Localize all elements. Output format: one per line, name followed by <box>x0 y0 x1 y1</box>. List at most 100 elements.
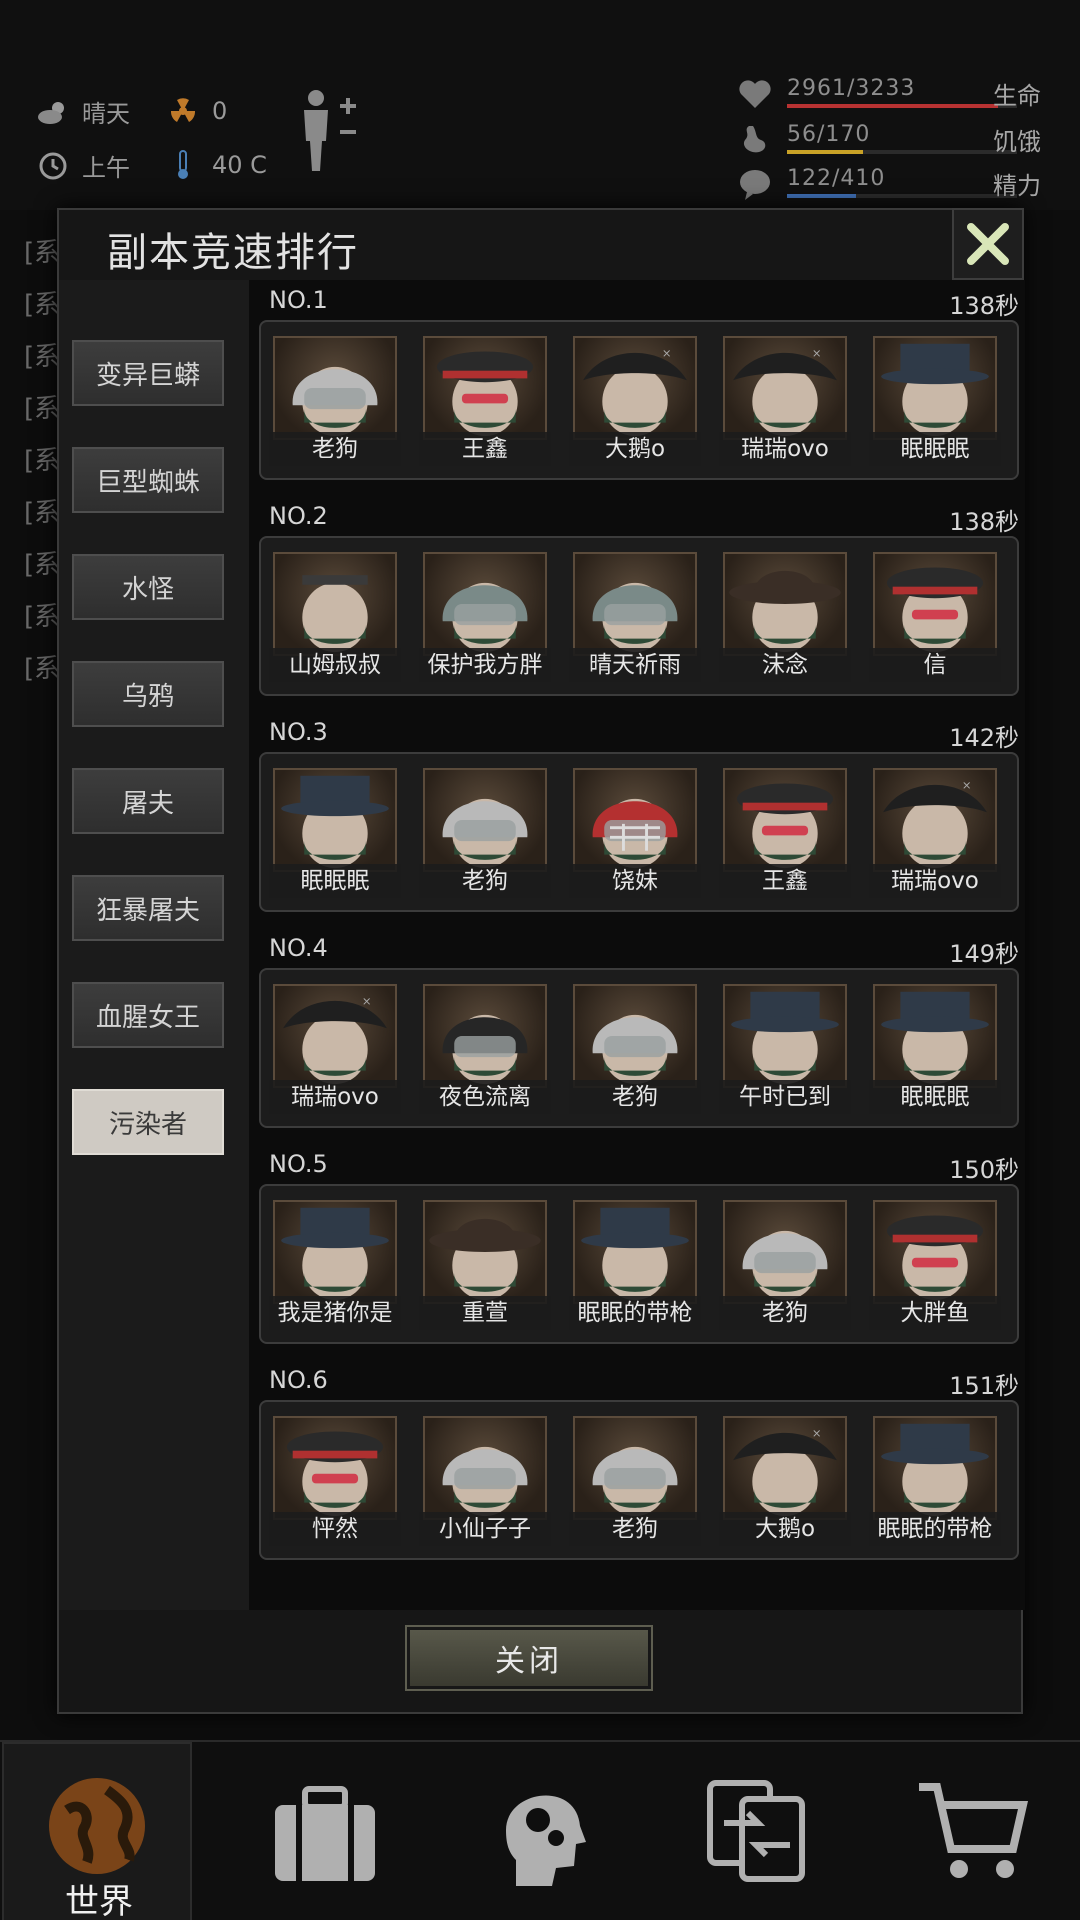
team-member[interactable]: 夜色流离 <box>419 984 551 1116</box>
member-name: 大鹅o <box>569 432 701 466</box>
team-member[interactable]: 老狗 <box>569 1416 701 1548</box>
team-member[interactable]: 老狗 <box>569 984 701 1116</box>
member-name: 怦然 <box>269 1512 401 1546</box>
nav-item[interactable] <box>878 1742 1068 1920</box>
chat-line-tag: [系 <box>24 446 61 476</box>
nav-item[interactable]: 世界 <box>2 1742 192 1920</box>
character-portrait <box>873 336 997 440</box>
team-members-row: 老狗 王鑫 × 大鹅o × 瑞瑞ovo 眠眠眠 <box>259 320 1019 480</box>
team-member[interactable]: × 瑞瑞ovo <box>269 984 401 1116</box>
team-member[interactable]: 大胖鱼 <box>869 1200 1001 1332</box>
character-portrait <box>273 336 397 440</box>
team-member[interactable]: 晴天祈雨 <box>569 552 701 684</box>
team-member[interactable]: × 瑞瑞ovo <box>719 336 851 468</box>
member-name: 王鑫 <box>719 864 851 898</box>
team-member[interactable]: 眠眠眠 <box>869 336 1001 468</box>
character-portrait <box>273 552 397 656</box>
team-member[interactable]: 饶妹 <box>569 768 701 900</box>
team-member[interactable]: × 瑞瑞ovo <box>869 768 1001 900</box>
character-portrait: × <box>873 768 997 872</box>
character-portrait <box>573 1416 697 1520</box>
character-portrait <box>423 768 547 872</box>
radiation-icon <box>166 94 200 128</box>
svg-text:×: × <box>812 346 822 360</box>
nav-item[interactable] <box>662 1742 852 1920</box>
rank-time: 150秒 <box>949 1156 1019 1184</box>
character-portrait <box>873 984 997 1088</box>
nav-label: 世界 <box>65 1882 133 1920</box>
team-member[interactable]: 老狗 <box>719 1200 851 1332</box>
energy-value: 122/410 <box>787 166 886 191</box>
close-button[interactable]: 关闭 <box>407 1627 651 1689</box>
rank-time: 151秒 <box>949 1372 1019 1400</box>
character-portrait <box>723 984 847 1088</box>
energy-label: 精力 <box>993 172 1041 200</box>
team-member[interactable]: 小仙子子 <box>419 1416 551 1548</box>
member-name: 老狗 <box>719 1296 851 1330</box>
team-member[interactable]: 沫念 <box>719 552 851 684</box>
member-name: 瑞瑞ovo <box>269 1080 401 1114</box>
member-name: 眠眠的带枪 <box>869 1512 1001 1546</box>
character-attributes-button[interactable] <box>296 86 366 176</box>
member-name: 山姆叔叔 <box>269 648 401 682</box>
exchange-icon <box>702 1775 812 1889</box>
member-name: 信 <box>869 648 1001 682</box>
character-portrait <box>873 1416 997 1520</box>
cloud-sun-icon <box>36 95 70 129</box>
team-member[interactable]: 午时已到 <box>719 984 851 1116</box>
rank-number: NO.4 <box>269 934 328 962</box>
category-button[interactable]: 污染者 <box>72 1089 224 1155</box>
team-member[interactable]: 王鑫 <box>719 768 851 900</box>
member-name: 眠眠眠 <box>869 1080 1001 1114</box>
member-name: 大胖鱼 <box>869 1296 1001 1330</box>
member-name: 我是猪你是 <box>269 1296 401 1330</box>
heart-icon <box>739 80 771 108</box>
team-member[interactable]: × 大鹅o <box>719 1416 851 1548</box>
close-x-button[interactable] <box>952 208 1024 280</box>
team-member[interactable]: 眠眠眠 <box>269 768 401 900</box>
member-name: 眠眠的带枪 <box>569 1296 701 1330</box>
team-member[interactable]: 眠眠的带枪 <box>869 1416 1001 1548</box>
chat-line-tag: [系 <box>24 342 61 372</box>
energy-stat: 122/410 精力 <box>735 164 1075 204</box>
category-button[interactable]: 乌鸦 <box>72 661 224 727</box>
category-button[interactable]: 血腥女王 <box>72 982 224 1048</box>
team-member[interactable]: 信 <box>869 552 1001 684</box>
team-member[interactable]: 重萱 <box>419 1200 551 1332</box>
team-member[interactable]: 老狗 <box>269 336 401 468</box>
team-member[interactable]: 怦然 <box>269 1416 401 1548</box>
nav-item[interactable] <box>230 1742 420 1920</box>
team-member[interactable]: 保护我方胖 <box>419 552 551 684</box>
category-button[interactable]: 狂暴屠夫 <box>72 875 224 941</box>
bottom-navigation: 世界 <box>0 1740 1080 1920</box>
character-portrait: × <box>723 336 847 440</box>
nav-item[interactable] <box>446 1742 636 1920</box>
ranking-list[interactable]: NO.1 138秒 老狗 王鑫 × 大鹅o × 瑞瑞ovo 眠眠眠 NO.2 138秒… <box>249 280 1025 1610</box>
dialog-title: 副本竞速排行 <box>107 230 359 276</box>
rank-number: NO.2 <box>269 502 328 530</box>
team-member[interactable]: 王鑫 <box>419 336 551 468</box>
team-member[interactable]: 山姆叔叔 <box>269 552 401 684</box>
head-gears-icon <box>486 1770 596 1894</box>
team-member[interactable]: × 大鹅o <box>569 336 701 468</box>
briefcase-icon <box>265 1775 385 1889</box>
category-button[interactable]: 屠夫 <box>72 768 224 834</box>
svg-text:×: × <box>962 778 972 792</box>
team-members-row: 怦然 小仙子子 老狗 × 大鹅o 眠眠的带枪 <box>259 1400 1019 1560</box>
team-member[interactable]: 眠眠的带枪 <box>569 1200 701 1332</box>
rank-time: 138秒 <box>949 508 1019 536</box>
team-member[interactable]: 老狗 <box>419 768 551 900</box>
team-member[interactable]: 眠眠眠 <box>869 984 1001 1116</box>
ranking-entry: NO.1 138秒 老狗 王鑫 × 大鹅o × 瑞瑞ovo 眠眠眠 <box>259 280 1019 486</box>
time-status: 上午 <box>36 148 130 183</box>
category-button[interactable]: 巨型蜘蛛 <box>72 447 224 513</box>
category-button[interactable]: 水怪 <box>72 554 224 620</box>
character-portrait <box>273 768 397 872</box>
character-portrait <box>873 1200 997 1304</box>
character-portrait <box>273 1200 397 1304</box>
weather-text: 晴天 <box>82 100 130 128</box>
member-name: 保护我方胖 <box>419 648 551 682</box>
team-member[interactable]: 我是猪你是 <box>269 1200 401 1332</box>
category-button[interactable]: 变异巨蟒 <box>72 340 224 406</box>
rank-time: 149秒 <box>949 940 1019 968</box>
